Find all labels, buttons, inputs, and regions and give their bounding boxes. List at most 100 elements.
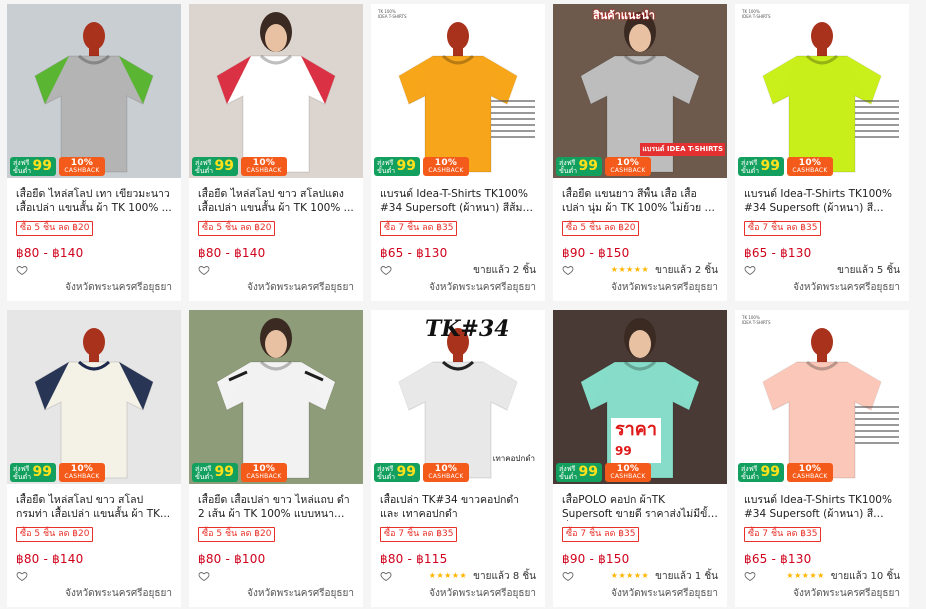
product-price: ฿80 - ฿140 — [16, 552, 84, 566]
product-meta — [16, 568, 172, 584]
product-image[interactable]: ราคา 99 ส่งฟรี ขั้นต่ำ 99 10% CASHBACK — [553, 310, 727, 484]
rating-sold: ★★★★★ ขายแล้ว 2 ชิ้น — [611, 263, 718, 278]
bundle-discount-tag: ซื้อ 7 ชิ้น ลด ฿35 — [744, 527, 822, 542]
tk100-label: TK 100% IDEA T-SHIRTS — [739, 8, 774, 20]
product-card[interactable]: ราคา 99 ส่งฟรี ขั้นต่ำ 99 10% CASHBACK เสื้อPOL… — [553, 310, 727, 607]
rating-sold: ★★★★★ ขายแล้ว 8 ชิ้น — [429, 569, 536, 584]
seller-location: จังหวัดพระนครศรีอยุธยา — [247, 588, 354, 599]
brand-caption: แบรนด์ IDEA T-SHIRTS — [640, 143, 725, 156]
price-sign-text: ราคา — [615, 419, 657, 440]
bundle-discount-tag: ซื้อ 5 ชิ้น ลด ฿20 — [198, 221, 276, 236]
product-title[interactable]: แบรนด์ Idea-T-Shirts TK100% #34 Supersof… — [744, 493, 900, 521]
tk100-label: TK 100% IDEA T-SHIRTS — [739, 314, 774, 326]
heart-icon[interactable] — [380, 264, 392, 276]
product-title[interactable]: แบรนด์ Idea-T-Shirts TK100% #34 Supersof… — [380, 187, 536, 215]
rating-sold: ★★★★★ ขายแล้ว 10 ชิ้น — [786, 569, 900, 584]
size-chart — [855, 402, 899, 457]
product-title[interactable]: แบรนด์ Idea-T-Shirts TK100% #34 Supersof… — [744, 187, 900, 215]
star-rating: ★★★★★ — [428, 571, 468, 580]
product-image[interactable]: ส่งฟรี ขั้นต่ำ 99 10% CASHBACK — [7, 310, 181, 484]
product-price: ฿80 - ฿115 — [380, 552, 448, 566]
product-image[interactable]: TK 100% IDEA T-SHIRTS ส่งฟรี ขั้นต่ำ 99 10% CA… — [735, 310, 909, 484]
star-rating: ★★★★★ — [610, 265, 650, 274]
product-image[interactable]: ส่งฟรี ขั้นต่ำ 99 10% CASHBACK — [189, 310, 363, 484]
bundle-discount-tag: ซื้อ 5 ชิ้น ลด ฿20 — [16, 221, 94, 236]
product-card[interactable]: TK#34 เทาคอปกดำ ส่งฟรี ขั้นต่ำ 99 10% CASHBACK… — [371, 310, 545, 607]
seller-location: จังหวัดพระนครศรีอยุธยา — [611, 588, 718, 599]
product-image[interactable]: ส่งฟรี ขั้นต่ำ 99 10% CASHBACK — [7, 4, 181, 178]
product-grid: ส่งฟรี ขั้นต่ำ 99 10% CASHBACK เสื้อยืด ไหล่ส… — [7, 4, 909, 607]
product-card[interactable]: TK 100% IDEA T-SHIRTS ส่งฟรี ขั้นต่ำ 99 10% CA… — [735, 310, 909, 607]
product-card[interactable]: ส่งฟรี ขั้นต่ำ 99 10% CASHBACK เสื้อยืด เสื้อ… — [189, 310, 363, 607]
product-card[interactable]: TK 100% IDEA T-SHIRTS ส่งฟรี ขั้นต่ำ 99 10% CA… — [371, 4, 545, 301]
tk-sub-text: IDEA T-SHIRTS — [378, 14, 407, 19]
product-price: ฿80 - ฿140 — [198, 246, 266, 260]
seller-location: จังหวัดพระนครศรีอยุธยา — [65, 282, 172, 293]
sold-count: ขายแล้ว 8 ชิ้น — [473, 570, 536, 582]
heart-icon[interactable] — [16, 570, 28, 582]
product-title[interactable]: เสื้อยืด ไหล่สโลป ขาว สโลปแดง เสื้อเปล่า… — [198, 187, 354, 215]
product-meta — [198, 262, 354, 278]
seller-location: จังหวัดพระนครศรีอยุธยา — [429, 282, 536, 293]
tk-sub-text: IDEA T-SHIRTS — [742, 14, 771, 19]
product-title[interactable]: เสื้อPOLO คอปก ผ้าTK Supersoft ขายดี ราค… — [562, 493, 718, 521]
product-price: ฿90 - ฿150 — [562, 246, 630, 260]
product-title[interactable]: เสื้อยืด เสื้อเปล่า ขาว ไหล่แถบ ดำ 2 เส้… — [198, 493, 354, 521]
heart-icon[interactable] — [380, 570, 392, 582]
rating-sold: ขายแล้ว 5 ชิ้น — [831, 263, 900, 278]
size-chart — [491, 96, 535, 151]
sold-count: ขายแล้ว 2 ชิ้น — [473, 264, 536, 276]
product-title[interactable]: เสื้อยืด แขนยาว สีพื้น เสื้อ เสื้อเปล่า … — [562, 187, 718, 215]
seller-location: จังหวัดพระนครศรีอยุธยา — [793, 282, 900, 293]
product-meta — [198, 568, 354, 584]
price-sign: ราคา 99 — [611, 418, 661, 463]
product-title[interactable]: เสื้อยืด ไหล่สโลป เทา เขียวมะนาว เสื้อเป… — [16, 187, 172, 215]
heart-icon[interactable] — [198, 570, 210, 582]
product-card[interactable]: สินค้าแนะนำ แบรนด์ IDEA T-SHIRTS ส่งฟรี ขั้… — [553, 4, 727, 301]
price-sign-number: 99 — [615, 444, 632, 458]
sold-count: ขายแล้ว 10 ชิ้น — [830, 570, 900, 582]
rating-sold: ★★★★★ ขายแล้ว 1 ชิ้น — [611, 569, 718, 584]
tk100-label: TK 100% IDEA T-SHIRTS — [375, 8, 410, 20]
product-meta: ★★★★★ ขายแล้ว 1 ชิ้น — [562, 568, 718, 584]
seller-location: จังหวัดพระนครศรีอยุธยา — [65, 588, 172, 599]
product-price: ฿90 - ฿150 — [562, 552, 630, 566]
heart-icon[interactable] — [16, 264, 28, 276]
product-title[interactable]: เสื้อยืด ไหล่สโลป ขาว สโลป กรมท่า เสื้อเ… — [16, 493, 172, 521]
sold-count: ขายแล้ว 1 ชิ้น — [655, 570, 718, 582]
collar-caption: เทาคอปกดำ — [492, 454, 535, 463]
product-image[interactable]: ส่งฟรี ขั้นต่ำ 99 10% CASHBACK — [189, 4, 363, 178]
tk-sub-text: IDEA T-SHIRTS — [742, 320, 771, 325]
product-card[interactable]: ส่งฟรี ขั้นต่ำ 99 10% CASHBACK เสื้อยืด ไหล่ส… — [189, 4, 363, 301]
product-meta: ★★★★★ ขายแล้ว 2 ชิ้น — [562, 262, 718, 278]
star-rating: ★★★★★ — [610, 571, 650, 580]
seller-location: จังหวัดพระนครศรีอยุธยา — [247, 282, 354, 293]
product-price: ฿80 - ฿100 — [198, 552, 266, 566]
product-card[interactable]: ส่งฟรี ขั้นต่ำ 99 10% CASHBACK เสื้อยืด ไหล่ส… — [7, 310, 181, 607]
seller-location: จังหวัดพระนครศรีอยุธยา — [429, 588, 536, 599]
heart-icon[interactable] — [562, 570, 574, 582]
product-image[interactable]: TK#34 เทาคอปกดำ ส่งฟรี ขั้นต่ำ 99 10% CASHBACK — [371, 310, 545, 484]
product-card[interactable]: ส่งฟรี ขั้นต่ำ 99 10% CASHBACK เสื้อยืด ไหล่ส… — [7, 4, 181, 301]
product-image[interactable]: สินค้าแนะนำ แบรนด์ IDEA T-SHIRTS ส่งฟรี ขั้… — [553, 4, 727, 178]
rating-sold: ขายแล้ว 2 ชิ้น — [467, 263, 536, 278]
product-card[interactable]: TK 100% IDEA T-SHIRTS ส่งฟรี ขั้นต่ำ 99 10% CA… — [735, 4, 909, 301]
heart-icon[interactable] — [562, 264, 574, 276]
product-image[interactable]: TK 100% IDEA T-SHIRTS ส่งฟรี ขั้นต่ำ 99 10% CA… — [371, 4, 545, 178]
tk34-heading: TK#34 — [425, 316, 510, 342]
seller-location: จังหวัดพระนครศรีอยุธยา — [611, 282, 718, 293]
product-image[interactable]: TK 100% IDEA T-SHIRTS ส่งฟรี ขั้นต่ำ 99 10% CA… — [735, 4, 909, 178]
product-price: ฿80 - ฿140 — [16, 246, 84, 260]
heart-icon[interactable] — [744, 570, 756, 582]
product-title[interactable]: เสื้อเปล่า TK#34 ขาวคอปกดำ และ เทาคอปกดำ — [380, 493, 536, 521]
product-meta: ★★★★★ ขายแล้ว 8 ชิ้น — [380, 568, 536, 584]
star-rating: ★★★★★ — [786, 571, 825, 580]
bundle-discount-tag: ซื้อ 7 ชิ้น ลด ฿35 — [380, 221, 458, 236]
product-meta — [16, 262, 172, 278]
product-price: ฿65 - ฿130 — [744, 246, 812, 260]
bundle-discount-tag: ซื้อ 7 ชิ้น ลด ฿35 — [744, 221, 822, 236]
bundle-discount-tag: ซื้อ 5 ชิ้น ลด ฿20 — [198, 527, 276, 542]
sold-count: ขายแล้ว 5 ชิ้น — [837, 264, 900, 276]
heart-icon[interactable] — [744, 264, 756, 276]
heart-icon[interactable] — [198, 264, 210, 276]
